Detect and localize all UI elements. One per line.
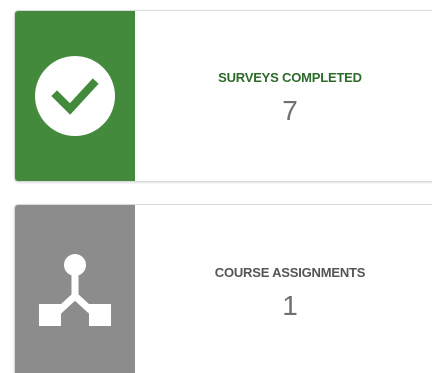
card-body: COURSE ASSIGNMENTS 1 [135, 205, 432, 373]
card-value: 1 [282, 290, 298, 321]
surveys-completed-card[interactable]: SURVEYS COMPLETED 7 [14, 10, 432, 182]
card-icon-panel [15, 11, 135, 181]
course-assignments-card[interactable]: COURSE ASSIGNMENTS 1 [14, 204, 432, 373]
checkmark-circle-icon [35, 56, 115, 136]
card-label: SURVEYS COMPLETED [218, 69, 362, 85]
card-body: SURVEYS COMPLETED 7 [135, 11, 432, 181]
card-icon-panel [15, 205, 135, 373]
branching-path-icon [39, 253, 111, 326]
card-value: 7 [282, 94, 298, 126]
card-label: COURSE ASSIGNMENTS [214, 265, 366, 280]
dashboard-stats: SURVEYS COMPLETED 7 COURSE ASSIGNMENTS 1 [0, 0, 432, 373]
